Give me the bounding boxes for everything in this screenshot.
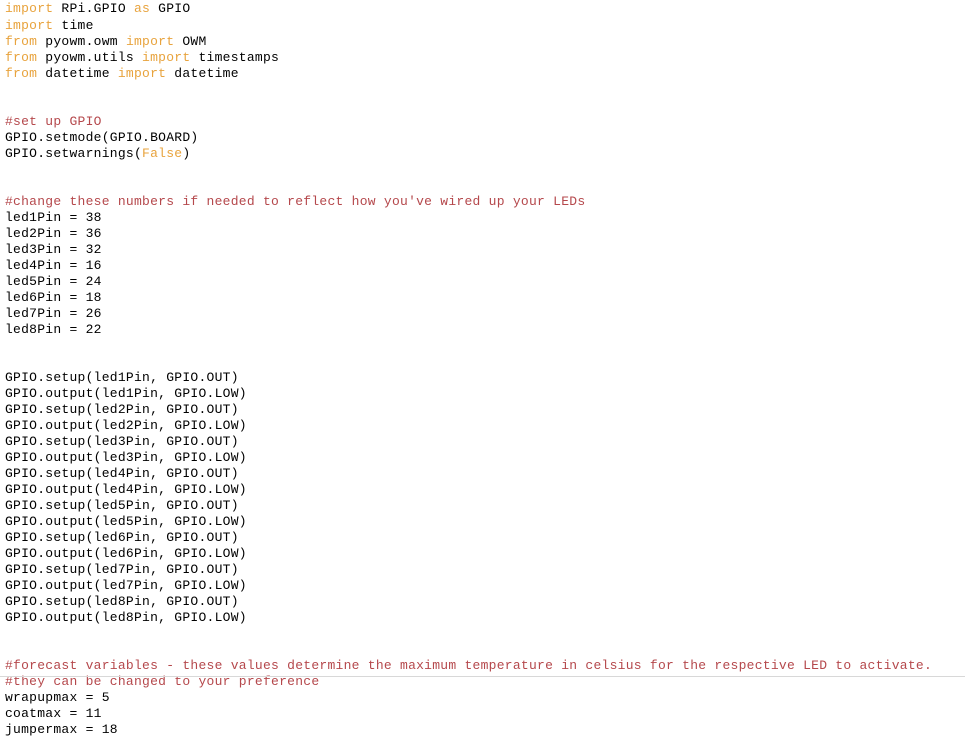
code-keyword: import [5,18,54,33]
code-blank-line[interactable] [0,82,965,98]
code-line[interactable]: GPIO.setup(led2Pin, GPIO.OUT) [0,402,965,418]
code-text: GPIO.setup(led8Pin, GPIO.OUT) [5,594,239,609]
code-line[interactable]: GPIO.setwarnings(False) [0,146,965,162]
code-text: led5Pin = 24 [5,274,102,289]
code-text: led1Pin = 38 [5,210,102,225]
code-text: datetime [166,66,239,81]
code-text: led6Pin = 18 [5,290,102,305]
code-line[interactable]: wrapupmax = 5 [0,690,965,706]
code-text: pyowm.owm [37,34,126,49]
code-keyword: import [125,34,175,49]
code-keyword: from [5,34,38,49]
code-blank-line[interactable] [0,98,965,114]
code-line[interactable]: import RPi.GPIO as GPIO [0,0,965,18]
code-keyword: import [5,1,54,16]
code-text: GPIO.setup(led3Pin, GPIO.OUT) [5,434,239,449]
code-line[interactable]: GPIO.output(led4Pin, GPIO.LOW) [0,482,965,498]
code-line[interactable]: led6Pin = 18 [0,290,965,306]
code-line[interactable]: GPIO.output(led6Pin, GPIO.LOW) [0,546,965,562]
code-blank-line[interactable] [0,178,965,194]
code-line[interactable]: GPIO.setup(led1Pin, GPIO.OUT) [0,370,965,386]
code-line[interactable]: #set up GPIO [0,114,965,130]
code-line[interactable]: GPIO.output(led5Pin, GPIO.LOW) [0,514,965,530]
code-line[interactable]: led2Pin = 36 [0,226,965,242]
code-text: GPIO.output(led5Pin, GPIO.LOW) [5,514,247,529]
code-text: datetime [37,66,118,81]
code-text: GPIO.output(led2Pin, GPIO.LOW) [5,418,247,433]
code-line[interactable]: from pyowm.utils import timestamps [0,50,965,66]
code-line[interactable]: #change these numbers if needed to refle… [0,194,965,210]
code-blank-line[interactable] [0,338,965,354]
code-line[interactable]: led7Pin = 26 [0,306,965,322]
code-text: OWM [174,34,207,49]
code-comment: #forecast variables - these values deter… [5,658,933,673]
code-line[interactable]: #forecast variables - these values deter… [0,658,965,674]
code-line[interactable]: GPIO.setup(led6Pin, GPIO.OUT) [0,530,965,546]
code-text: GPIO.setup(led6Pin, GPIO.OUT) [5,530,239,545]
code-line[interactable]: GPIO.setup(led4Pin, GPIO.OUT) [0,466,965,482]
code-text: ) [182,146,191,161]
code-text: wrapupmax = 5 [5,690,110,705]
code-keyword: import [142,50,191,65]
code-line[interactable]: GPIO.setup(led3Pin, GPIO.OUT) [0,434,965,450]
code-line[interactable]: GPIO.output(led8Pin, GPIO.LOW) [0,610,965,626]
code-text: GPIO.setwarnings( [5,146,143,161]
code-line[interactable]: GPIO.setmode(GPIO.BOARD) [0,130,965,146]
code-line[interactable]: GPIO.output(led3Pin, GPIO.LOW) [0,450,965,466]
code-line[interactable]: led1Pin = 38 [0,210,965,226]
code-text: GPIO.output(led4Pin, GPIO.LOW) [5,482,247,497]
code-blank-line[interactable] [0,642,965,658]
code-keyword: from [5,50,38,65]
code-text: GPIO.output(led7Pin, GPIO.LOW) [5,578,247,593]
code-comment: #change these numbers if needed to refle… [5,194,586,209]
code-text: timestamps [190,50,280,65]
code-text: GPIO.setup(led4Pin, GPIO.OUT) [5,466,239,481]
code-listing[interactable]: import RPi.GPIO as GPIO import time from p… [0,0,965,737]
code-text: led3Pin = 32 [5,242,102,257]
code-text: GPIO.setup(led1Pin, GPIO.OUT) [5,370,239,385]
code-text: jumpermax = 18 [5,722,118,737]
code-line[interactable]: GPIO.setup(led7Pin, GPIO.OUT) [0,562,965,578]
code-line[interactable]: led4Pin = 16 [0,258,965,274]
code-line[interactable]: led8Pin = 22 [0,322,965,338]
code-line[interactable]: GPIO.output(led1Pin, GPIO.LOW) [0,386,965,402]
code-text: time [53,18,94,33]
code-comment: #set up GPIO [5,114,102,129]
code-blank-line[interactable] [0,162,965,178]
code-text: GPIO [150,1,191,16]
code-line[interactable]: GPIO.setup(led5Pin, GPIO.OUT) [0,498,965,514]
code-text: GPIO.output(led6Pin, GPIO.LOW) [5,546,247,561]
code-text: GPIO.setup(led5Pin, GPIO.OUT) [5,498,239,513]
code-text: GPIO.output(led3Pin, GPIO.LOW) [5,450,247,465]
code-line[interactable]: led5Pin = 24 [0,274,965,290]
code-text: GPIO.setup(led7Pin, GPIO.OUT) [5,562,239,577]
code-line[interactable]: from pyowm.owm import OWM [0,34,965,50]
code-blank-line[interactable] [0,354,965,370]
code-blank-line[interactable] [0,626,965,642]
code-keyword: as [134,1,151,16]
code-text: GPIO.output(led8Pin, GPIO.LOW) [5,610,247,625]
code-line[interactable]: jumpermax = 18 [0,722,965,738]
code-line[interactable]: coatmax = 11 [0,706,965,722]
code-text: led4Pin = 16 [5,258,102,273]
code-text: GPIO.setup(led2Pin, GPIO.OUT) [5,402,239,417]
code-text: pyowm.utils [37,50,143,65]
code-text: led7Pin = 26 [5,306,102,321]
code-lines-container[interactable]: import RPi.GPIO as GPIO import time from p… [0,0,965,738]
code-text: GPIO.output(led1Pin, GPIO.LOW) [5,386,247,401]
code-text: GPIO.setmode(GPIO.BOARD) [5,130,199,145]
code-text: coatmax = 11 [5,706,102,721]
code-line[interactable]: import time [0,18,965,34]
code-line[interactable]: from datetime import datetime [0,66,965,82]
code-line[interactable]: GPIO.output(led7Pin, GPIO.LOW) [0,578,965,594]
code-line[interactable]: GPIO.setup(led8Pin, GPIO.OUT) [0,594,965,610]
code-keyword: False [142,146,183,161]
code-line[interactable]: led3Pin = 32 [0,242,965,258]
code-keyword: import [117,66,167,81]
code-line[interactable]: GPIO.output(led2Pin, GPIO.LOW) [0,418,965,434]
code-text: led2Pin = 36 [5,226,102,241]
code-text: RPi.GPIO [53,1,134,16]
code-keyword: from [5,66,38,81]
code-text: led8Pin = 22 [5,322,102,337]
